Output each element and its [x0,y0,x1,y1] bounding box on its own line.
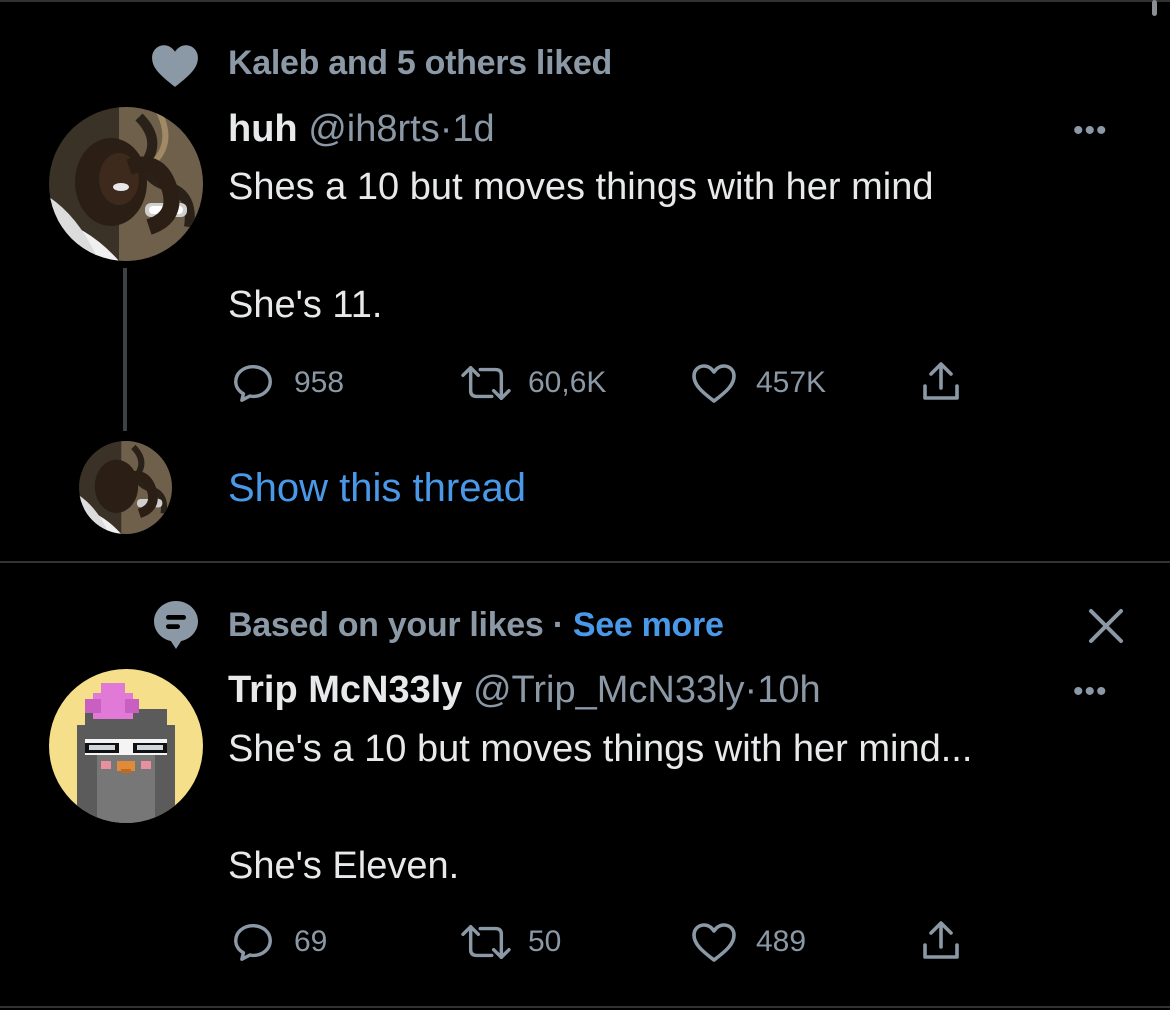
recommendation-context: Based on your likes · See more [228,606,724,645]
tweet-2[interactable]: Based on your likes · See more Trip McN3… [0,563,1170,1010]
tweet-text-line-2: She's Eleven. [228,845,460,887]
tweet-time[interactable]: 1d [452,108,494,150]
retweet-icon [461,924,511,960]
close-icon[interactable] [1086,606,1126,646]
thread-avatar-photo [79,441,172,534]
reply-count: 69 [294,925,328,958]
retweet-icon [461,365,511,401]
time-separator: · [439,108,453,150]
author-display-name[interactable]: Trip McN33ly [228,669,462,711]
retweet-button[interactable]: 60,6K [454,360,606,406]
avatar[interactable] [49,107,203,261]
show-thread-link[interactable]: Show this thread [228,466,526,511]
avatar[interactable] [49,669,203,823]
tweet-time[interactable]: 10h [757,669,820,711]
retweet-button[interactable]: 50 [454,919,561,965]
avatar-penguin-image [49,669,203,823]
retweet-count: 60,6K [528,366,607,399]
tweet-text-line-1: Shes a 10 but moves things with her mind [228,166,934,208]
like-count: 489 [756,925,807,958]
like-icon [692,364,736,403]
social-context-text[interactable]: Kaleb and 5 others liked [228,44,612,83]
avatar-photo [49,107,203,261]
reply-button[interactable]: 958 [230,360,344,406]
share-icon [923,362,959,400]
retweet-count: 50 [528,925,562,958]
share-button[interactable] [916,917,966,965]
recommendation-reason: Based on your likes [228,606,544,644]
time-separator: · [744,669,758,711]
reply-button[interactable]: 69 [230,919,327,965]
reply-count: 958 [294,366,345,399]
like-icon [692,923,736,962]
bottom-divider [0,1006,1170,1008]
like-count: 457K [756,366,827,399]
heart-icon [152,45,198,87]
like-button[interactable]: 489 [690,919,806,965]
thread-connector-line [123,268,127,431]
topic-icon [154,601,198,649]
context-separator: · [552,606,564,644]
author-handle[interactable]: @ih8rts [308,108,440,150]
share-button[interactable] [916,358,966,406]
reply-icon [234,364,272,402]
see-more-link[interactable]: See more [573,606,724,644]
reply-icon [234,923,272,961]
author-display-name[interactable]: huh [228,108,298,150]
more-options-button[interactable]: ••• [1073,114,1108,148]
share-icon [923,921,959,959]
tweet-1[interactable]: Kaleb and 5 others liked huh @ih8rts·1d … [0,0,1170,562]
tweet-author-line: Trip McN33ly @Trip_McN33ly·10h [228,669,821,712]
tweet-text-line-2: She's 11. [228,284,383,326]
more-options-button[interactable]: ••• [1073,675,1108,709]
like-button[interactable]: 457K [690,360,826,406]
tweet-text-line-1: She's a 10 but moves things with her min… [228,728,973,770]
author-handle[interactable]: @Trip_McN33ly [473,669,745,711]
tweet-author-line: huh @ih8rts·1d [228,108,495,151]
thread-avatar[interactable] [79,441,172,534]
